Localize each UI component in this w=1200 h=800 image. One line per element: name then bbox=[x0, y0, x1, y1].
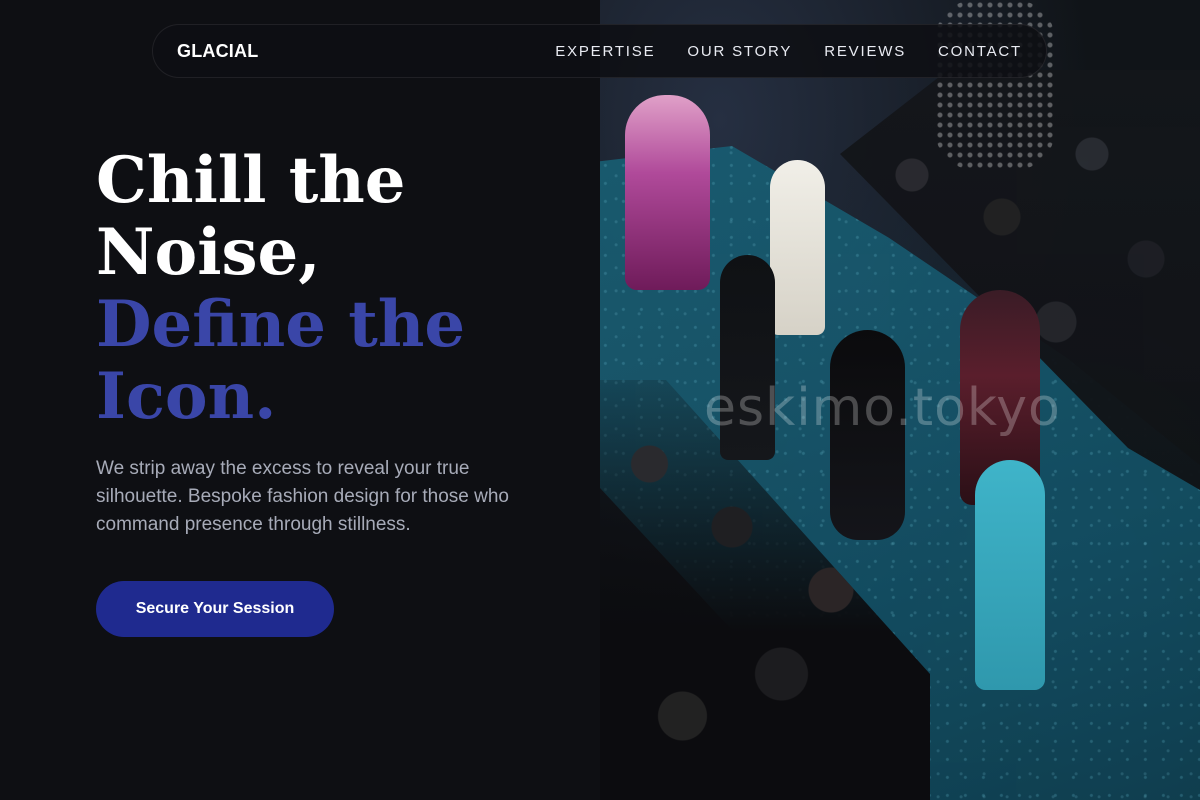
nav-link-reviews[interactable]: REVIEWS bbox=[824, 43, 906, 60]
headline-line-1: Chill the bbox=[96, 143, 406, 218]
runway-model-teal bbox=[975, 460, 1045, 690]
secure-session-button[interactable]: Secure Your Session bbox=[96, 581, 334, 637]
headline-line-4: Icon. bbox=[96, 359, 277, 434]
brand-logo[interactable]: GLACIAL bbox=[177, 41, 258, 62]
nav-link-our-story[interactable]: OUR STORY bbox=[687, 43, 792, 60]
hero-section: Chill the Noise, Define the Icon. We str… bbox=[96, 145, 576, 637]
nav-link-expertise[interactable]: EXPERTISE bbox=[555, 43, 655, 60]
runway-model-white bbox=[770, 160, 825, 335]
hero-photo: eskimo.tokyo bbox=[600, 0, 1200, 800]
runway-model-pink bbox=[625, 95, 710, 290]
headline-line-2: Noise, bbox=[96, 215, 321, 290]
headline-line-3: Define the bbox=[96, 287, 466, 362]
top-navigation: GLACIAL EXPERTISE OUR STORY REVIEWS CONT… bbox=[152, 24, 1047, 78]
nav-links: EXPERTISE OUR STORY REVIEWS CONTACT bbox=[555, 43, 1022, 60]
nav-link-contact[interactable]: CONTACT bbox=[938, 43, 1022, 60]
hero-subtext: We strip away the excess to reveal your … bbox=[96, 458, 509, 535]
photo-watermark: eskimo.tokyo bbox=[704, 378, 1061, 438]
hero-headline: Chill the Noise, Define the Icon. bbox=[96, 145, 576, 433]
